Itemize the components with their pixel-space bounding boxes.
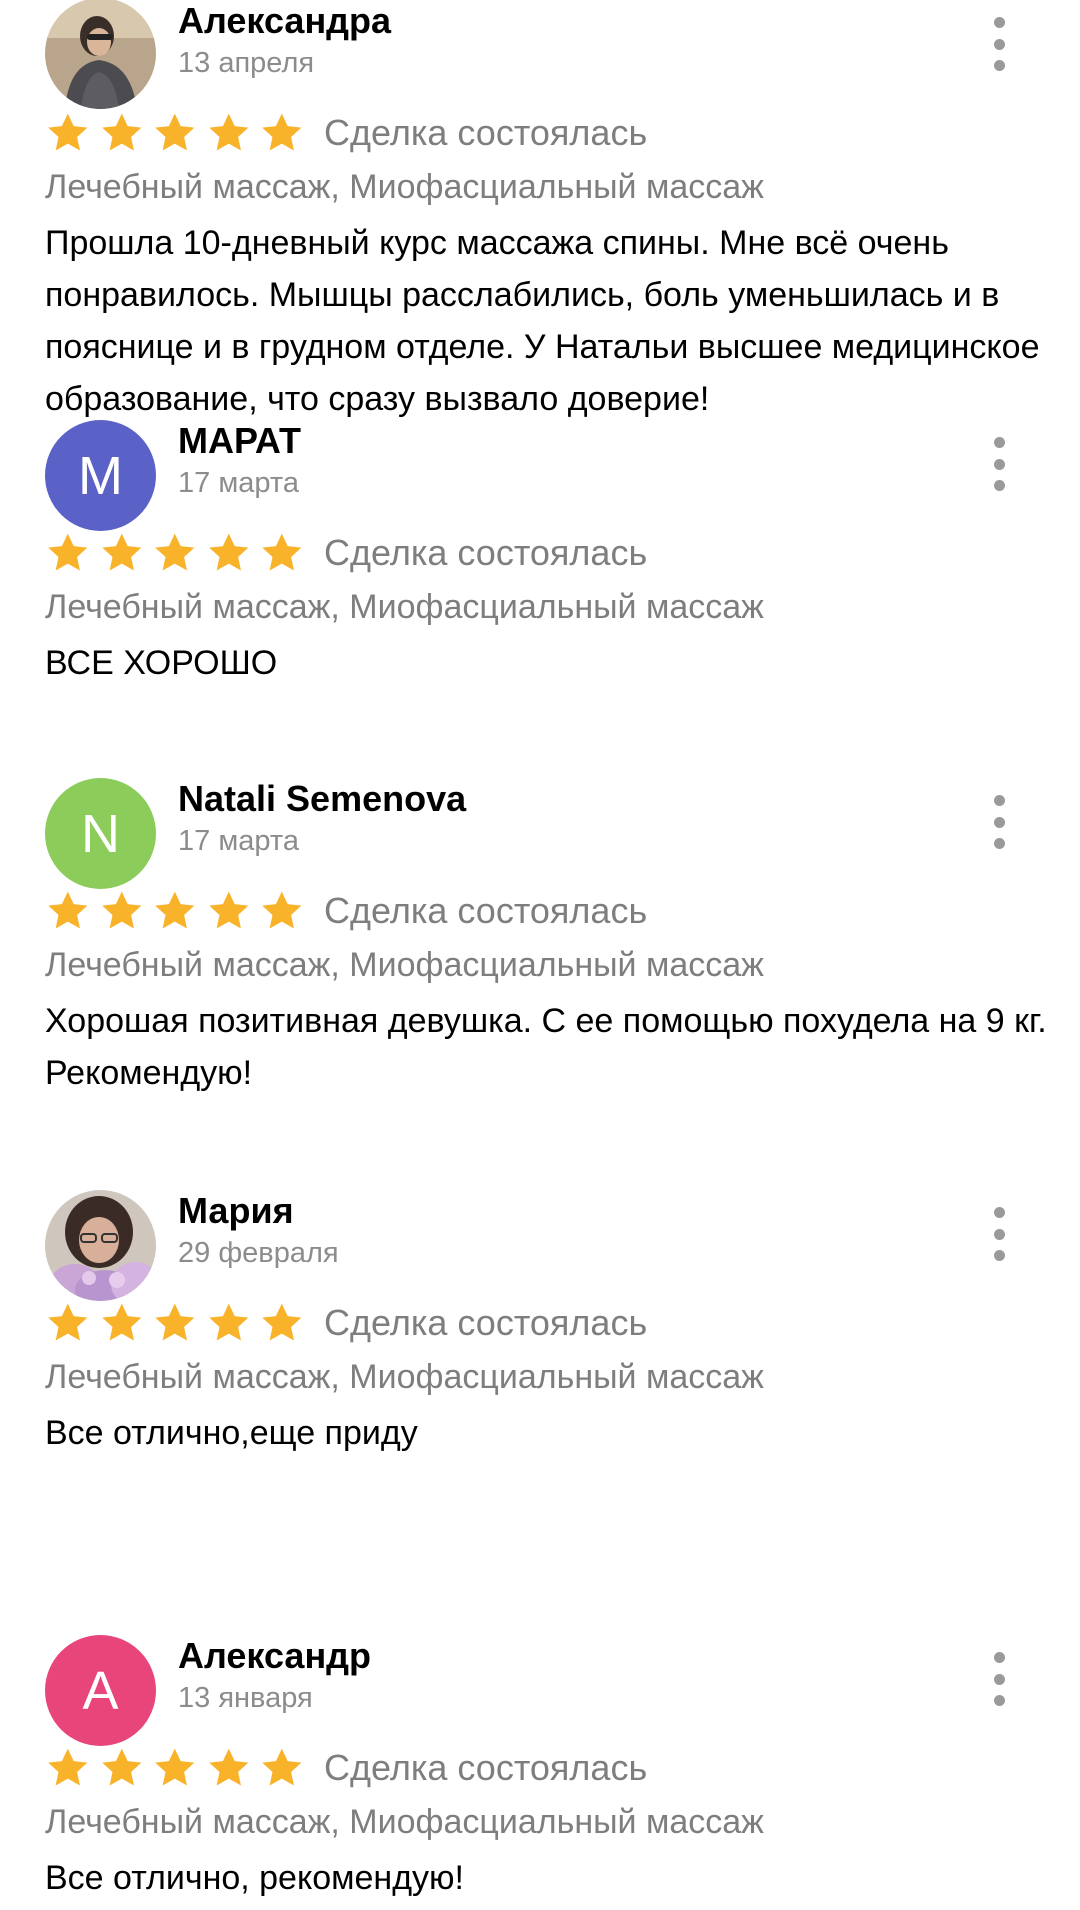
user-photo-icon [45,0,156,109]
user-photo-icon [45,1190,156,1301]
deal-status: Сделка состоялась [324,532,648,573]
avatar[interactable]: М [45,420,156,531]
avatar[interactable]: А [45,1635,156,1746]
reviewer-name: Александра [178,0,392,41]
star-icon [262,1748,302,1786]
review-services: Лечебный массаж, Миофасциальный массаж [45,1358,764,1396]
star-icon [101,1303,141,1341]
review-services: Лечебный массаж, Миофасциальный массаж [45,588,764,626]
avatar-letter: N [81,803,120,864]
review-date: 13 апреля [178,47,315,79]
rating-stars [45,530,305,576]
review-services: Лечебный массаж, Миофасциальный массаж [45,1803,764,1841]
review-text: Прошла 10-дневный курс массажа спины. Мн… [45,224,1040,418]
deal-status: Сделка состоялась [324,1302,648,1343]
review-services: Лечебный массаж, Миофасциальный массаж [45,168,764,206]
star-icon [155,1303,195,1341]
review-services: Лечебный массаж, Миофасциальный массаж [45,946,764,984]
reviewer-name: Natali Semenova [178,778,467,819]
star-icon [155,891,195,929]
star-icon [209,1303,249,1341]
reviewer-name: Мария [178,1190,294,1231]
avatar-letter: А [82,1660,119,1721]
rating-stars [45,1745,305,1791]
star-icon [48,1748,88,1786]
reviewer-name: МАРАТ [178,420,302,461]
rating-stars [45,888,305,934]
star-icon [262,1303,302,1341]
star-icon [155,1748,195,1786]
deal-status: Сделка состоялась [324,1747,648,1788]
avatar[interactable] [45,1190,156,1301]
rating-stars [45,110,305,156]
deal-status: Сделка состоялась [324,890,648,931]
star-icon [48,891,88,929]
star-icon [209,113,249,151]
deal-status: Сделка состоялась [324,112,648,153]
more-options-icon[interactable] [984,1652,1014,1706]
review-date: 13 января [178,1682,313,1714]
star-icon [209,533,249,571]
review-date: 17 марта [178,467,299,499]
star-icon [155,113,195,151]
review-text: ВСЕ ХОРОШО [45,644,278,682]
star-icon [155,533,195,571]
star-icon [48,113,88,151]
star-icon [209,891,249,929]
star-icon [262,113,302,151]
more-options-icon[interactable] [984,1207,1014,1261]
reviewer-name: Александр [178,1635,372,1676]
review-text: Все отлично,еще приду [45,1414,418,1452]
star-icon [101,113,141,151]
star-icon [262,533,302,571]
more-options-icon[interactable] [984,17,1014,71]
more-options-icon[interactable] [984,795,1014,849]
star-icon [48,533,88,571]
rating-stars [45,1300,305,1346]
avatar[interactable] [45,0,156,109]
star-icon [209,1748,249,1786]
avatar-letter: М [78,445,123,506]
avatar[interactable]: N [45,778,156,889]
star-icon [101,891,141,929]
review-text: Все отлично, рекомендую! [45,1859,464,1897]
star-icon [262,891,302,929]
star-icon [101,533,141,571]
star-icon [101,1748,141,1786]
review-date: 29 февраля [178,1237,339,1269]
more-options-icon[interactable] [984,437,1014,491]
review-text: Хорошая позитивная девушка. С ее помощью… [45,1002,1047,1092]
review-date: 17 марта [178,825,299,857]
star-icon [48,1303,88,1341]
